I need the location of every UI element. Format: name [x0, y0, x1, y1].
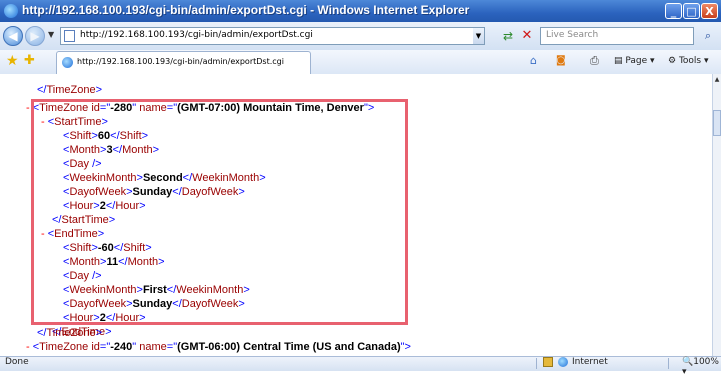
- status-bar: [0, 356, 721, 371]
- protected-mode-icon: [543, 357, 553, 367]
- tools-menu-button[interactable]: ⚙ Tools ▾: [668, 56, 709, 66]
- highlight-box: [31, 99, 408, 325]
- tab-label[interactable]: http://192.168.100.193/cgi-bin/admin/exp…: [77, 57, 284, 66]
- address-dropdown-icon[interactable]: ▼: [473, 28, 484, 44]
- tab-page-icon: [62, 57, 73, 68]
- status-separator: [536, 358, 537, 369]
- xml-line[interactable]: - <TimeZone id="-240" name="(GMT-06:00) …: [26, 340, 411, 354]
- window-title: http://192.168.100.193/cgi-bin/admin/exp…: [22, 3, 470, 17]
- home-icon[interactable]: ⌂: [530, 54, 537, 67]
- favorites-star-icon[interactable]: ★: [6, 53, 19, 69]
- search-input[interactable]: Live Search: [546, 30, 598, 40]
- internet-zone-icon: [558, 357, 568, 367]
- ie-icon: [4, 4, 18, 18]
- zone-label: Internet: [572, 357, 608, 367]
- forward-button[interactable]: ▶: [25, 26, 45, 46]
- add-favorites-icon[interactable]: ✚: [24, 53, 35, 68]
- xml-line: </TimeZone>: [37, 84, 103, 96]
- close-button[interactable]: X: [701, 3, 718, 19]
- tools-menu-label: Tools: [678, 56, 702, 66]
- page-menu-button[interactable]: ▤ Page ▾: [614, 56, 655, 66]
- feeds-icon[interactable]: ◙: [556, 55, 566, 66]
- xml-line: </TimeZone>: [37, 327, 103, 339]
- print-icon[interactable]: ⎙: [590, 54, 599, 68]
- stop-icon[interactable]: ✕: [518, 27, 536, 45]
- refresh-icon[interactable]: ⇄: [499, 27, 517, 45]
- zoom-level[interactable]: 🔍100% ▾: [682, 357, 721, 377]
- back-button[interactable]: ◀: [3, 26, 23, 46]
- minimize-button[interactable]: _: [665, 3, 682, 19]
- recent-pages-dropdown-icon[interactable]: ▼: [48, 30, 54, 39]
- maximize-button[interactable]: □: [683, 3, 700, 19]
- page-menu-label: Page: [625, 56, 648, 66]
- page-icon: [64, 30, 75, 42]
- status-text: Done: [5, 357, 29, 367]
- status-separator: [668, 358, 669, 369]
- search-icon[interactable]: ⌕: [700, 28, 716, 44]
- address-input[interactable]: http://192.168.100.193/cgi-bin/admin/exp…: [80, 30, 313, 40]
- scroll-thumb[interactable]: [713, 110, 721, 136]
- zoom-value: 100%: [693, 357, 719, 367]
- scroll-up-icon[interactable]: ▲: [713, 76, 721, 86]
